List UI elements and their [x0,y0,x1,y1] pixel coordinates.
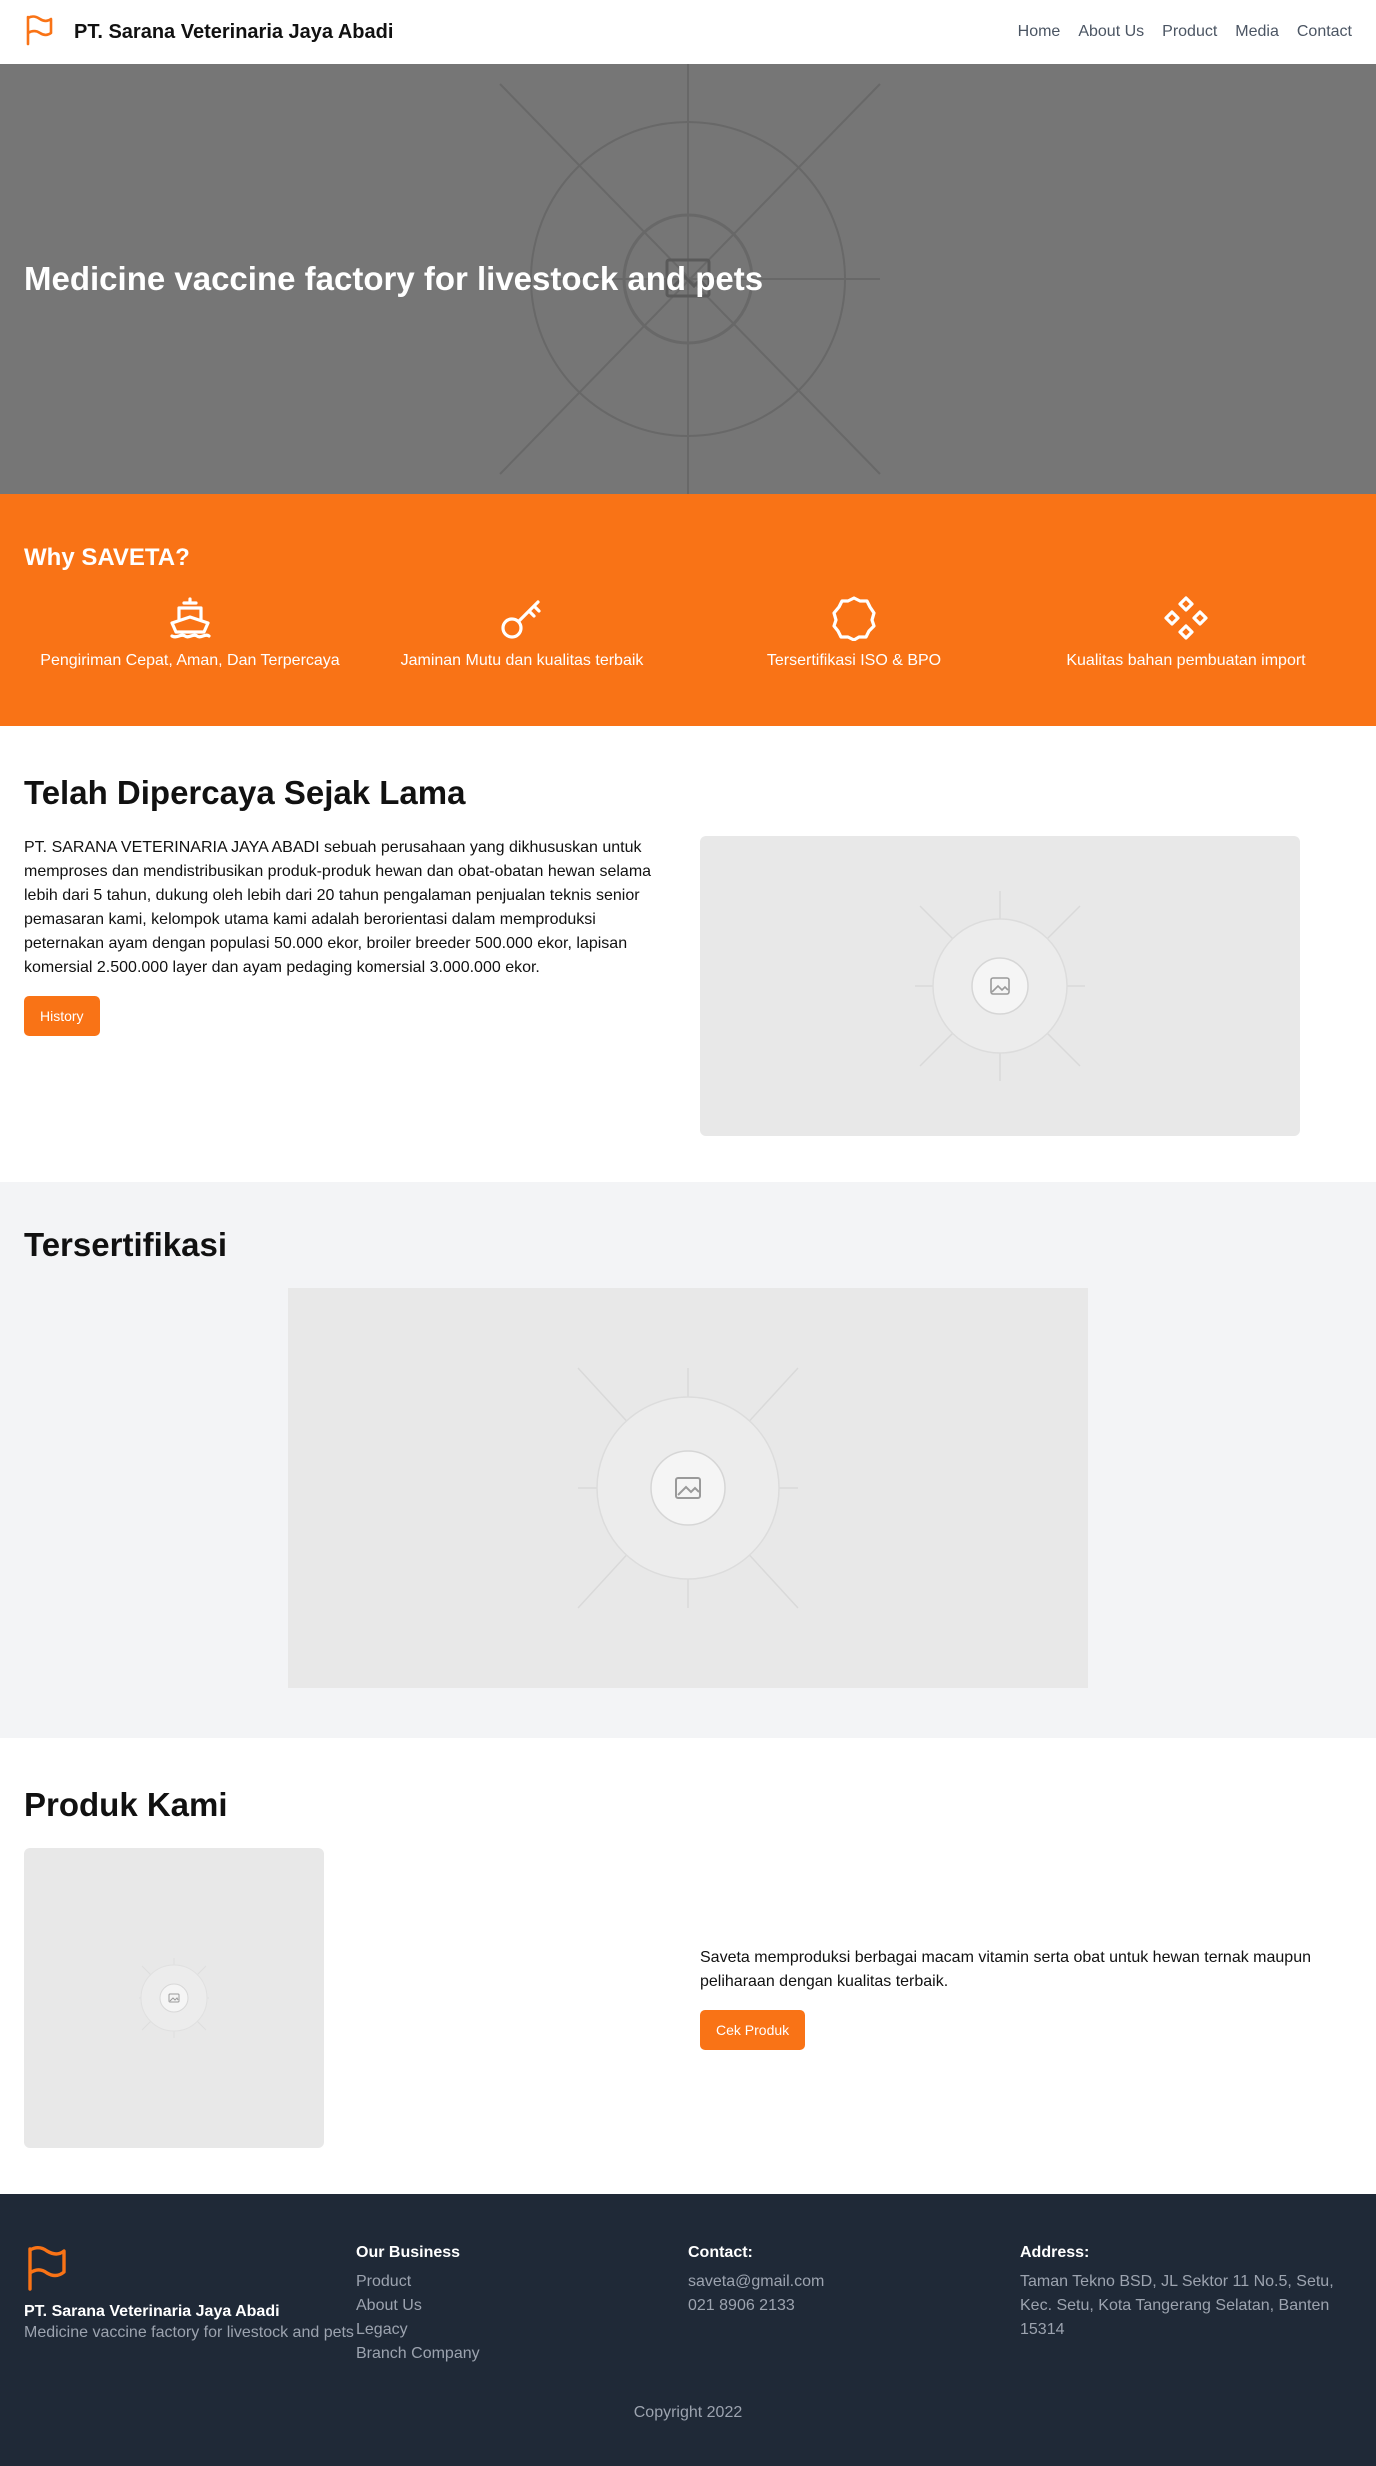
ship-icon [166,594,214,642]
footer-link-product[interactable]: Product [356,2270,688,2294]
nav-link-product[interactable]: Product [1162,23,1217,41]
certificate-placeholder-image [288,1288,1088,1688]
footer: PT. Sarana Veterinaria Jaya Abadi Medici… [0,2194,1376,2466]
hero-title: Medicine vaccine factory for livestock a… [24,260,764,297]
footer-business: Our Business Product About Us Legacy Bra… [356,2244,688,2366]
nav-link-media[interactable]: Media [1235,23,1279,41]
brand-name: PT. Sarana Veterinaria Jaya Abadi [74,20,394,43]
products-description: Saveta memproduksi berbagai macam vitami… [700,1949,1311,1990]
hero-banner: Medicine vaccine factory for livestock a… [0,64,1376,494]
why-section: Why SAVETA? Pengiriman Cepat, Aman, Dan … [0,494,1376,726]
certified-section: Tersertifikasi [0,1182,1376,1738]
products-section: Produk Kami Saveta memproduksi berbagai … [0,1738,1376,2194]
footer-phone[interactable]: 021 8906 2133 [688,2294,1020,2318]
feature-certified: Tersertifikasi ISO & BPO [688,594,1020,670]
feature-label: Jaminan Mutu dan kualitas terbaik [400,652,644,669]
product-placeholder-image [24,1848,324,2148]
footer-address-title: Address: [1020,2244,1090,2261]
nav-link-about-us[interactable]: About Us [1078,23,1144,41]
feature-shipping: Pengiriman Cepat, Aman, Dan Terpercaya [24,594,356,670]
why-features: Pengiriman Cepat, Aman, Dan Terpercaya J… [24,594,1352,670]
footer-link-legacy[interactable]: Legacy [356,2318,688,2342]
footer-link-about-us[interactable]: About Us [356,2294,688,2318]
badge-icon [830,594,878,642]
trusted-section: Telah Dipercaya Sejak Lama PT. SARANA VE… [0,726,1376,1182]
feature-import: Kualitas bahan pembuatan import [1020,594,1352,670]
feature-label: Tersertifikasi ISO & BPO [766,652,942,669]
footer-contact-title: Contact: [688,2244,753,2261]
footer-link-branch-company[interactable]: Branch Company [356,2342,688,2366]
certified-title: Tersertifikasi [24,1226,227,1263]
flag-icon [24,2246,68,2296]
footer-business-title: Our Business [356,2244,461,2261]
flag-icon [24,14,54,51]
nav-link-contact[interactable]: Contact [1297,23,1352,41]
footer-contact: Contact: saveta@gmail.com 021 8906 2133 [688,2244,1020,2366]
feature-label: Kualitas bahan pembuatan import [1066,652,1306,669]
footer-company-name: PT. Sarana Veterinaria Jaya Abadi [24,2303,280,2320]
about-placeholder-image [700,836,1300,1136]
copyright: Copyright 2022 [633,2404,743,2421]
footer-email[interactable]: saveta@gmail.com [688,2270,1020,2294]
navbar: PT. Sarana Veterinaria Jaya Abadi Home A… [0,0,1376,64]
nav-link-home[interactable]: Home [1018,23,1061,41]
feature-label: Pengiriman Cepat, Aman, Dan Terpercaya [40,652,340,669]
diamonds-icon [1162,594,1210,642]
history-button[interactable]: History [24,996,100,1036]
feature-quality: Jaminan Mutu dan kualitas terbaik [356,594,688,670]
check-products-button[interactable]: Cek Produk [700,2010,806,2050]
products-title: Produk Kami [24,1786,228,1823]
brand[interactable]: PT. Sarana Veterinaria Jaya Abadi [24,14,393,51]
trusted-title: Telah Dipercaya Sejak Lama [24,774,466,811]
footer-tagline: Medicine vaccine factory for livestock a… [24,2324,354,2341]
footer-address: Address: Taman Tekno BSD, JL Sektor 11 N… [1020,2244,1352,2366]
footer-address-text: Taman Tekno BSD, JL Sektor 11 No.5, Setu… [1020,2273,1334,2338]
trusted-description: PT. SARANA VETERINARIA JAYA ABADI sebuah… [24,839,652,976]
nav-menu: Home About Us Product Media Contact [1018,23,1352,41]
key-icon [498,594,546,642]
footer-company: PT. Sarana Veterinaria Jaya Abadi Medici… [24,2244,356,2366]
why-title: Why SAVETA? [24,544,190,571]
